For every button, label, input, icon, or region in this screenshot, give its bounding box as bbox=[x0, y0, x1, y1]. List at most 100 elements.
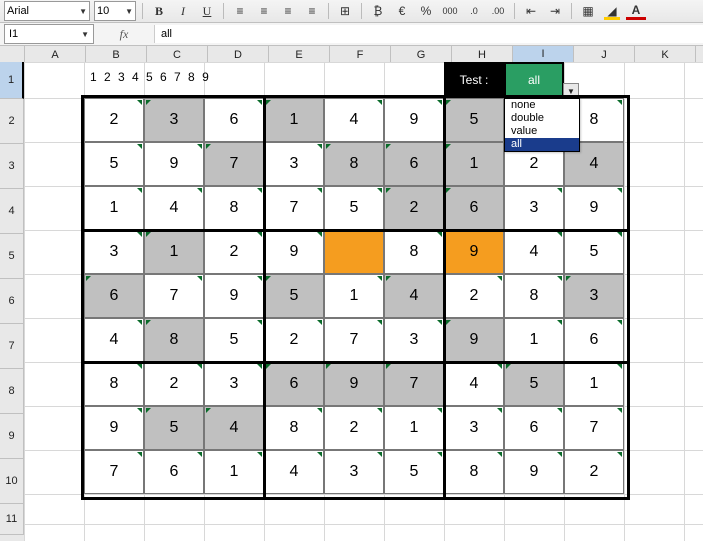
row-header[interactable]: 6 bbox=[0, 279, 24, 324]
sudoku-cell[interactable]: 6 bbox=[384, 142, 444, 186]
align-left-button[interactable]: ≡ bbox=[230, 2, 250, 20]
sudoku-cell[interactable]: 1 bbox=[324, 274, 384, 318]
sudoku-cell[interactable]: 2 bbox=[204, 230, 264, 274]
validation-dropdown[interactable]: nonedoublevalueall bbox=[504, 98, 580, 152]
sudoku-cell[interactable]: 2 bbox=[564, 450, 624, 494]
row-header[interactable]: 2 bbox=[0, 99, 24, 144]
sudoku-cell[interactable]: 4 bbox=[324, 98, 384, 142]
sudoku-cell[interactable]: 7 bbox=[204, 142, 264, 186]
row-header[interactable]: 5 bbox=[0, 234, 24, 279]
inc-indent-button[interactable]: ⇥ bbox=[545, 2, 565, 20]
euro-button[interactable]: € bbox=[392, 2, 412, 20]
sudoku-cell[interactable]: 5 bbox=[264, 274, 324, 318]
sudoku-cell[interactable]: 9 bbox=[204, 274, 264, 318]
name-box[interactable]: I1 ▼ bbox=[4, 24, 94, 44]
sudoku-cell[interactable]: 1 bbox=[204, 450, 264, 494]
sudoku-cell[interactable]: 9 bbox=[444, 318, 504, 362]
sudoku-cell[interactable]: 2 bbox=[444, 274, 504, 318]
sudoku-cell[interactable]: 4 bbox=[264, 450, 324, 494]
sudoku-cell[interactable]: 8 bbox=[84, 362, 144, 406]
italic-button[interactable]: I bbox=[173, 2, 193, 20]
sudoku-cell[interactable]: 9 bbox=[144, 142, 204, 186]
sudoku-cell[interactable]: 4 bbox=[444, 362, 504, 406]
underline-button[interactable]: U bbox=[197, 2, 217, 20]
sudoku-cell[interactable]: 9 bbox=[504, 450, 564, 494]
sudoku-cell[interactable]: 8 bbox=[324, 142, 384, 186]
row-header[interactable]: 1 bbox=[0, 62, 24, 99]
currency-button[interactable]: ₿ bbox=[368, 2, 388, 20]
sudoku-cell[interactable]: 3 bbox=[564, 274, 624, 318]
sudoku-cell[interactable]: 8 bbox=[264, 406, 324, 450]
bold-button[interactable]: B bbox=[149, 2, 169, 20]
sudoku-cell[interactable]: 3 bbox=[204, 362, 264, 406]
sudoku-cell[interactable]: 2 bbox=[264, 318, 324, 362]
font-select[interactable]: Arial ▼ bbox=[4, 1, 90, 21]
test-mode-cell[interactable]: all bbox=[504, 62, 564, 98]
sudoku-cell[interactable]: 9 bbox=[84, 406, 144, 450]
sudoku-cell[interactable]: 1 bbox=[444, 142, 504, 186]
sudoku-cell[interactable]: 2 bbox=[324, 406, 384, 450]
align-right-button[interactable]: ≡ bbox=[278, 2, 298, 20]
percent-button[interactable]: % bbox=[416, 2, 436, 20]
sudoku-cell[interactable]: 9 bbox=[444, 230, 504, 274]
sudoku-cell[interactable]: 8 bbox=[384, 230, 444, 274]
sudoku-cell[interactable]: 8 bbox=[144, 318, 204, 362]
sudoku-cell[interactable]: 7 bbox=[84, 450, 144, 494]
sudoku-cell[interactable]: 3 bbox=[384, 318, 444, 362]
sudoku-cell[interactable]: 3 bbox=[264, 142, 324, 186]
sudoku-cell[interactable]: 6 bbox=[144, 450, 204, 494]
dropdown-option[interactable]: all bbox=[505, 138, 579, 151]
sudoku-cell[interactable]: 8 bbox=[444, 450, 504, 494]
sudoku-cell[interactable]: 4 bbox=[384, 274, 444, 318]
number-format-button[interactable]: 000 bbox=[440, 2, 460, 20]
sudoku-cell[interactable]: 9 bbox=[564, 186, 624, 230]
sudoku-cell[interactable]: 5 bbox=[204, 318, 264, 362]
sudoku-cell[interactable]: 2 bbox=[384, 186, 444, 230]
dropdown-option[interactable]: value bbox=[505, 125, 579, 138]
dropdown-option[interactable]: none bbox=[505, 99, 579, 112]
sudoku-cell[interactable]: 4 bbox=[144, 186, 204, 230]
sudoku-cell[interactable]: 3 bbox=[324, 450, 384, 494]
align-center-button[interactable]: ≡ bbox=[254, 2, 274, 20]
dropdown-option[interactable]: double bbox=[505, 112, 579, 125]
sudoku-cell[interactable]: 4 bbox=[504, 230, 564, 274]
sudoku-cell[interactable]: 6 bbox=[204, 98, 264, 142]
sudoku-cell[interactable]: 1 bbox=[144, 230, 204, 274]
sudoku-cell[interactable]: 5 bbox=[384, 450, 444, 494]
sudoku-cell[interactable]: 6 bbox=[84, 274, 144, 318]
row-header[interactable]: 11 bbox=[0, 504, 24, 535]
sudoku-cell[interactable]: 1 bbox=[264, 98, 324, 142]
sudoku-cell[interactable]: 7 bbox=[264, 186, 324, 230]
sudoku-cell[interactable]: 9 bbox=[384, 98, 444, 142]
sudoku-cell[interactable]: 5 bbox=[444, 98, 504, 142]
sudoku-cell[interactable]: 5 bbox=[144, 406, 204, 450]
sudoku-cell[interactable]: 6 bbox=[444, 186, 504, 230]
sudoku-cell[interactable]: 4 bbox=[204, 406, 264, 450]
merge-button[interactable]: ⊞ bbox=[335, 2, 355, 20]
sudoku-cell[interactable] bbox=[324, 230, 384, 274]
sudoku-cell[interactable]: 7 bbox=[564, 406, 624, 450]
sudoku-cell[interactable]: 2 bbox=[84, 98, 144, 142]
fill-color-button[interactable]: ◢ bbox=[602, 2, 622, 20]
dec-indent-button[interactable]: ⇤ bbox=[521, 2, 541, 20]
sudoku-cell[interactable]: 2 bbox=[144, 362, 204, 406]
sudoku-cell[interactable]: 1 bbox=[564, 362, 624, 406]
font-color-button[interactable]: A bbox=[626, 2, 646, 20]
row-header[interactable]: 9 bbox=[0, 414, 24, 459]
sudoku-cell[interactable]: 3 bbox=[84, 230, 144, 274]
row-header[interactable]: 7 bbox=[0, 324, 24, 369]
row-header[interactable]: 10 bbox=[0, 459, 24, 504]
sudoku-cell[interactable]: 3 bbox=[144, 98, 204, 142]
sudoku-cell[interactable]: 1 bbox=[504, 318, 564, 362]
sudoku-cell[interactable]: 7 bbox=[384, 362, 444, 406]
cells-area[interactable]: 1 2 3 4 5 6 7 8 9Test :all▼nonedoubleval… bbox=[24, 62, 703, 541]
sudoku-cell[interactable]: 9 bbox=[324, 362, 384, 406]
sudoku-cell[interactable]: 5 bbox=[564, 230, 624, 274]
sudoku-cell[interactable]: 6 bbox=[564, 318, 624, 362]
sudoku-cell[interactable]: 7 bbox=[324, 318, 384, 362]
sudoku-cell[interactable]: 7 bbox=[144, 274, 204, 318]
font-size-select[interactable]: 10 ▼ bbox=[94, 1, 136, 21]
row-header[interactable]: 3 bbox=[0, 144, 24, 189]
sudoku-cell[interactable]: 6 bbox=[504, 406, 564, 450]
sudoku-cell[interactable]: 6 bbox=[264, 362, 324, 406]
